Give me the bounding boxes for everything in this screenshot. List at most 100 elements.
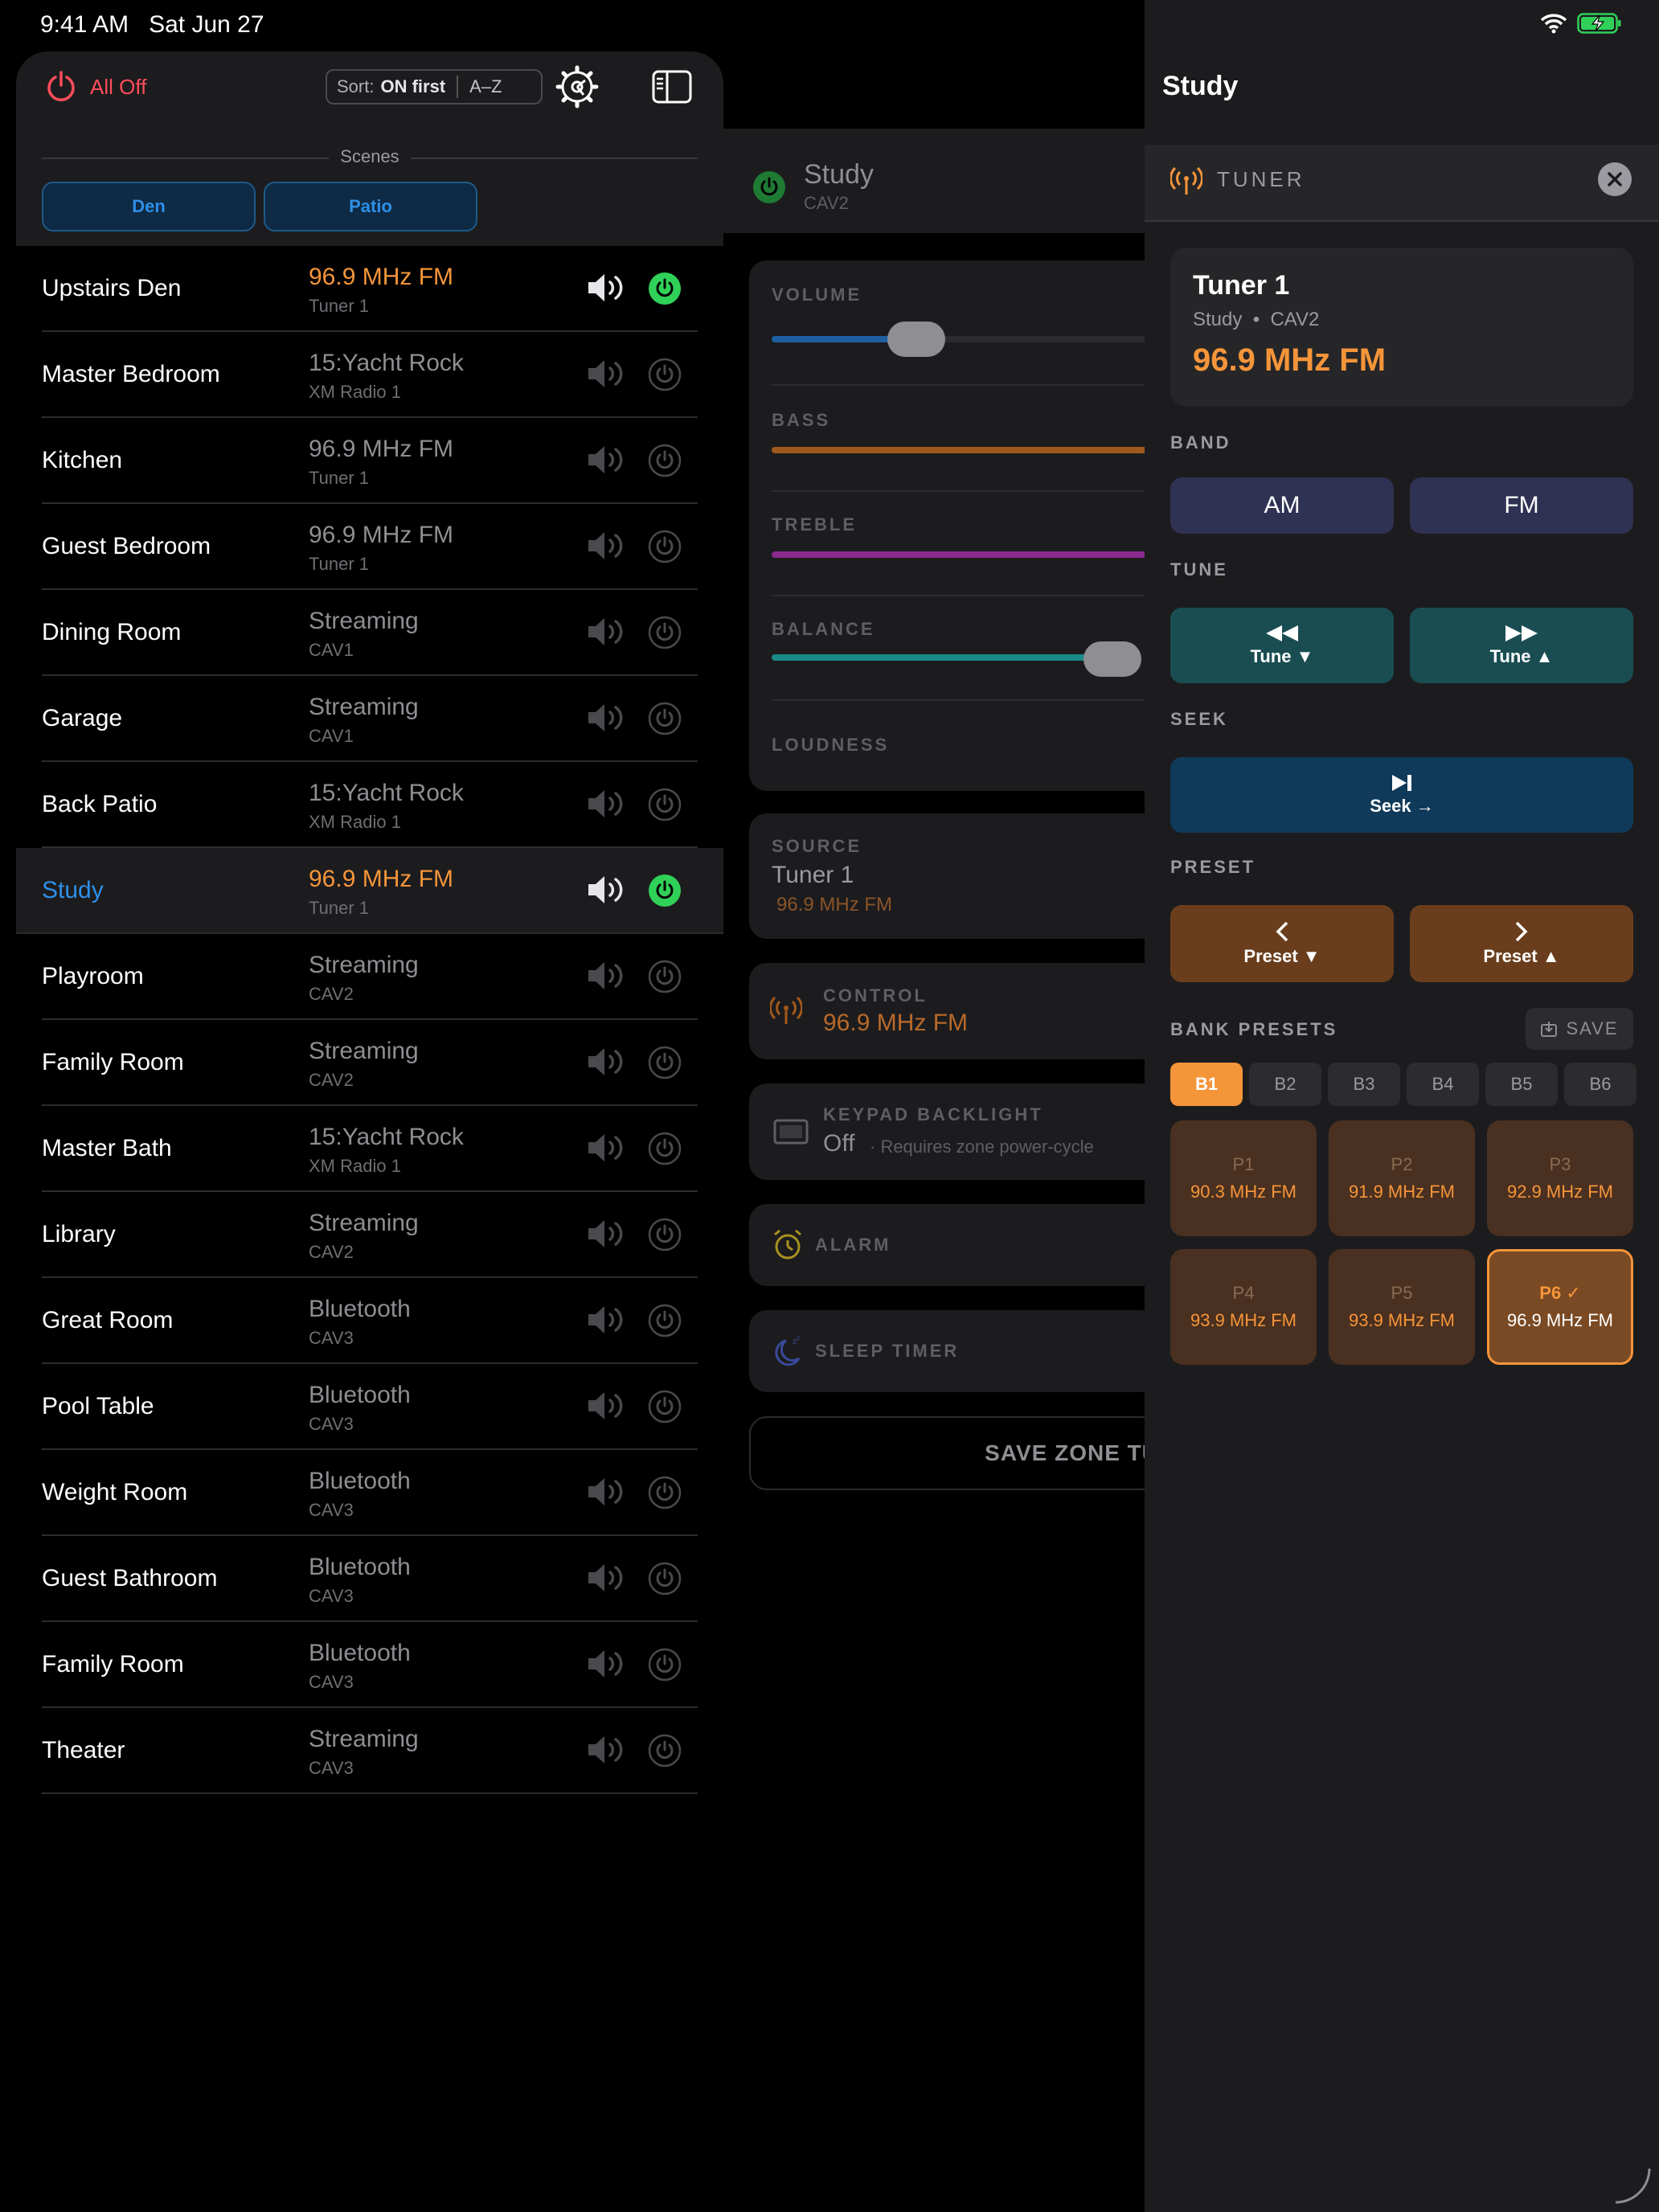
zone-row[interactable]: Back Patio 15:Yacht Rock XM Radio 1	[42, 762, 698, 848]
zone-power-icon[interactable]	[648, 1390, 682, 1423]
bank-tab-b5[interactable]: B5	[1485, 1063, 1558, 1106]
keypad-backlight-card[interactable]: KEYPAD BACKLIGHT Off · Requires zone pow…	[749, 1083, 1159, 1180]
save-zone-tuner-button[interactable]: SAVE ZONE TU	[749, 1416, 1159, 1490]
volume-speaker-icon[interactable]	[585, 1388, 627, 1423]
band-fm-button[interactable]: FM	[1410, 477, 1633, 534]
balance-knob[interactable]	[1083, 641, 1141, 677]
zone-row[interactable]: Upstairs Den 96.9 MHz FM Tuner 1	[42, 246, 698, 332]
save-preset-button[interactable]: SAVE	[1526, 1008, 1633, 1050]
control-card[interactable]: CONTROL 96.9 MHz FM	[749, 963, 1159, 1059]
zone-source-sub: XM Radio 1	[309, 1156, 401, 1176]
zone-power-icon[interactable]	[648, 1304, 682, 1337]
sort-az[interactable]: A–Z	[469, 76, 502, 97]
preset-tile[interactable]: P4 93.9 MHz FM	[1170, 1249, 1317, 1365]
volume-speaker-icon[interactable]	[585, 1216, 627, 1251]
zone-row[interactable]: Great Room Bluetooth CAV3	[42, 1278, 698, 1364]
zone-power-icon[interactable]	[648, 530, 682, 563]
zone-row[interactable]: Dining Room Streaming CAV1	[42, 590, 698, 676]
zone-row[interactable]: Study 96.9 MHz FM Tuner 1	[16, 848, 723, 934]
zone-power-icon[interactable]	[648, 358, 682, 391]
zone-row[interactable]: Family Room Bluetooth CAV3	[42, 1622, 698, 1708]
bank-tab-b6[interactable]: B6	[1564, 1063, 1636, 1106]
zone-power-icon[interactable]	[752, 170, 786, 204]
close-button[interactable]	[1598, 162, 1632, 196]
zone-row[interactable]: Weight Room Bluetooth CAV3	[42, 1450, 698, 1536]
sort-on-first[interactable]: ON first	[380, 76, 445, 97]
all-off-button[interactable]: All Off	[43, 69, 146, 104]
preset-tile[interactable]: P5 93.9 MHz FM	[1329, 1249, 1475, 1365]
volume-speaker-icon[interactable]	[585, 356, 627, 391]
alarm-card[interactable]: ALARM	[749, 1204, 1159, 1286]
band-am-button[interactable]: AM	[1170, 477, 1394, 534]
zone-power-icon[interactable]	[648, 1218, 682, 1251]
zone-power-icon[interactable]	[648, 272, 682, 305]
preset-down-button[interactable]: Preset ▼	[1170, 905, 1394, 982]
zone-row[interactable]: Guest Bedroom 96.9 MHz FM Tuner 1	[42, 504, 698, 590]
sidebar-toggle-icon[interactable]	[651, 69, 693, 104]
seek-button[interactable]: Seek →	[1170, 757, 1633, 833]
bank-tab-b3[interactable]: B3	[1328, 1063, 1400, 1106]
volume-speaker-icon[interactable]	[585, 528, 627, 563]
volume-knob[interactable]	[887, 322, 945, 357]
bass-track[interactable]	[772, 447, 1159, 453]
zone-row[interactable]: Kitchen 96.9 MHz FM Tuner 1	[42, 418, 698, 504]
settings-gear-icon[interactable]	[555, 64, 600, 109]
zone-row[interactable]: Library Streaming CAV2	[42, 1192, 698, 1278]
zone-row[interactable]: Theater Streaming CAV3	[42, 1708, 698, 1794]
zone-power-icon[interactable]	[648, 1648, 682, 1682]
bank-tab-b4[interactable]: B4	[1407, 1063, 1479, 1106]
seek-label: SEEK	[1170, 709, 1228, 729]
bank-tab-b1[interactable]: B1	[1170, 1063, 1243, 1106]
volume-speaker-icon[interactable]	[585, 1474, 627, 1509]
volume-speaker-icon[interactable]	[585, 442, 627, 477]
balance-track[interactable]	[772, 654, 1109, 661]
zone-power-icon[interactable]	[648, 616, 682, 649]
zone-row[interactable]: Guest Bathroom Bluetooth CAV3	[42, 1536, 698, 1622]
zone-power-icon[interactable]	[648, 960, 682, 993]
zone-power-icon[interactable]	[648, 1132, 682, 1165]
volume-speaker-icon[interactable]	[585, 1732, 627, 1768]
preset-up-button[interactable]: Preset ▲	[1410, 905, 1633, 982]
zone-row[interactable]: Pool Table Bluetooth CAV3	[42, 1364, 698, 1450]
zone-source-sub: CAV2	[309, 1242, 354, 1262]
scene-button-den[interactable]: Den	[42, 182, 256, 231]
volume-speaker-icon[interactable]	[585, 1560, 627, 1596]
sleep-timer-card[interactable]: z z SLEEP TIMER	[749, 1310, 1159, 1392]
zone-row[interactable]: Master Bath 15:Yacht Rock XM Radio 1	[42, 1106, 698, 1192]
zone-power-icon[interactable]	[648, 874, 682, 907]
zone-power-icon[interactable]	[648, 788, 682, 821]
preset-tile[interactable]: P1 90.3 MHz FM	[1170, 1120, 1317, 1236]
zone-power-icon[interactable]	[648, 1476, 682, 1509]
volume-speaker-icon[interactable]	[585, 270, 627, 305]
volume-speaker-icon[interactable]	[585, 614, 627, 649]
volume-speaker-icon[interactable]	[585, 1044, 627, 1079]
zone-row[interactable]: Master Bedroom 15:Yacht Rock XM Radio 1	[42, 332, 698, 418]
tune-down-button[interactable]: Tune ▼	[1170, 608, 1394, 683]
source-card[interactable]: SOURCE Tuner 1 96.9 MHz FM	[749, 813, 1159, 939]
zone-power-icon[interactable]	[648, 1562, 682, 1596]
zone-row[interactable]: Family Room Streaming CAV2	[42, 1020, 698, 1106]
preset-tile[interactable]: P3 92.9 MHz FM	[1487, 1120, 1633, 1236]
scene-button-patio[interactable]: Patio	[264, 182, 477, 231]
volume-speaker-icon[interactable]	[585, 700, 627, 735]
zone-row[interactable]: Playroom Streaming CAV2	[42, 934, 698, 1020]
treble-track[interactable]	[772, 551, 1159, 558]
volume-speaker-icon[interactable]	[585, 872, 627, 907]
sort-control[interactable]: Sort: ON first A–Z	[326, 69, 543, 104]
volume-speaker-icon[interactable]	[585, 786, 627, 821]
zone-power-icon[interactable]	[648, 1734, 682, 1768]
volume-speaker-icon[interactable]	[585, 958, 627, 993]
preset-tile[interactable]: P2 91.9 MHz FM	[1329, 1120, 1475, 1236]
volume-speaker-icon[interactable]	[585, 1130, 627, 1165]
volume-speaker-icon[interactable]	[585, 1302, 627, 1337]
tune-up-button[interactable]: Tune ▲	[1410, 608, 1633, 683]
zone-power-icon[interactable]	[648, 444, 682, 477]
zone-source-sub: CAV3	[309, 1672, 354, 1692]
zone-power-icon[interactable]	[648, 702, 682, 735]
resize-handle-icon[interactable]	[1612, 2165, 1653, 2206]
preset-tile[interactable]: P6 ✓ 96.9 MHz FM	[1487, 1249, 1633, 1365]
bank-tab-b2[interactable]: B2	[1249, 1063, 1321, 1106]
zone-row[interactable]: Garage Streaming CAV1	[42, 676, 698, 762]
volume-speaker-icon[interactable]	[585, 1646, 627, 1682]
zone-power-icon[interactable]	[648, 1046, 682, 1079]
